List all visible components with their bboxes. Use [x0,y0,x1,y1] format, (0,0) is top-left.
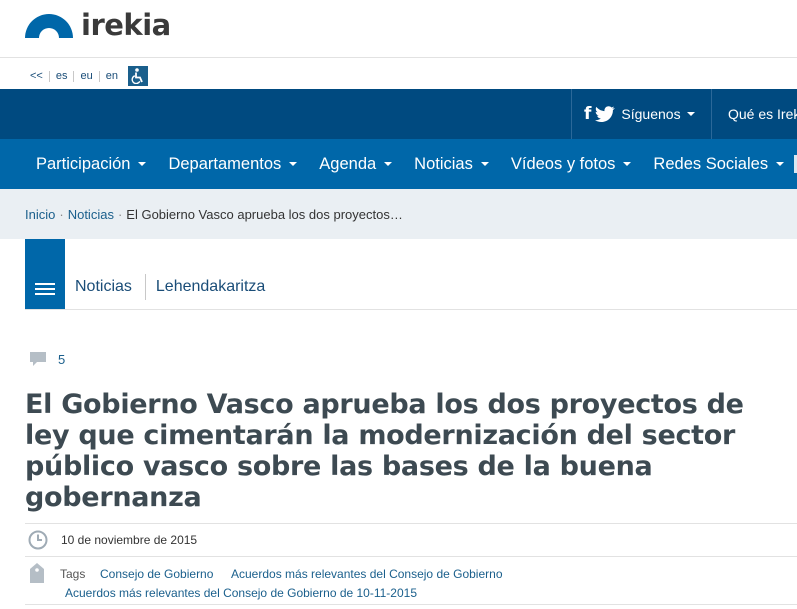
hamburger-line [35,283,55,285]
tag-link[interactable]: Acuerdos más relevantes del Consejo de G… [65,586,417,600]
divider [25,556,797,557]
breadcrumb: Inicio · Noticias · El Gobierno Vasco aprueb… [25,207,403,222]
nav-item-label: Agenda [319,154,377,173]
nav-item-label: Departamentos [168,154,282,173]
divider [25,523,797,524]
irekia-logo-arc-icon [25,14,73,38]
nav-item-videos-fotos[interactable]: Vídeos y fotos [511,155,632,174]
divider [571,89,572,139]
divider [25,604,797,605]
chevron-down-icon [289,162,298,166]
divider [144,274,146,300]
nav-item-label: Participación [36,154,131,173]
facebook-icon: f [584,104,592,124]
language-back-link[interactable]: << [30,69,49,83]
date-text: 10 de noviembre de 2015 [61,533,198,547]
main-navigation: Participación Departamentos Agenda Notic… [0,139,797,189]
follow-us-dropdown[interactable]: f Síguenos [584,89,695,139]
divider [25,309,797,310]
nav-item-participacion[interactable]: Participación [36,154,147,174]
tab-noticias[interactable]: Noticias [75,278,132,296]
chevron-down-icon [480,162,489,166]
breadcrumb-separator: · [117,207,123,222]
nav-item-agenda[interactable]: Agenda [319,154,393,174]
article-title: El Gobierno Vasco aprueba los dos proyec… [25,389,744,513]
chevron-down-icon [776,162,785,166]
irekia-logo[interactable]: irekia [25,10,171,40]
nav-item-label: Noticias [414,154,473,173]
header-divider [0,57,797,58]
language-eu-link[interactable]: eu [74,69,98,83]
tags-label: Tags [60,567,86,581]
accessibility-icon[interactable] [127,66,148,86]
comments-link[interactable]: 5 [30,352,65,367]
breadcrumb-home-link[interactable]: Inicio [25,207,55,222]
top-bar: f Síguenos Qué es Irek [0,89,797,139]
clock-icon [28,530,48,550]
chevron-down-icon [623,162,632,166]
tag-link[interactable]: Consejo de Gobierno [100,567,213,581]
language-es-link[interactable]: es [50,69,74,83]
comment-count: 5 [58,352,66,367]
section-tabs: Noticias Lehendakaritza [75,274,265,300]
tag-link[interactable]: Acuerdos más relevantes del Consejo de G… [231,567,503,581]
about-irekia-link[interactable]: Qué es Irek [728,89,797,139]
twitter-icon [595,106,616,122]
divider [711,89,712,139]
logo-text: irekia [81,8,171,42]
hamburger-line [35,293,55,295]
comment-icon [30,352,46,366]
article-date: 10 de noviembre de 2015 [28,530,197,550]
nav-item-noticias[interactable]: Noticias [414,155,489,174]
tab-lehendakaritza[interactable]: Lehendakaritza [156,278,265,296]
chevron-down-icon [384,162,393,166]
breadcrumb-current: El Gobierno Vasco aprueba los dos proyec… [126,207,403,222]
nav-item-label: Vídeos y fotos [510,154,616,173]
tag-icon [30,563,44,583]
language-bar: << es eu en [30,66,148,86]
chevron-down-icon [138,162,147,166]
chevron-down-icon [686,112,695,116]
follow-us-label: Síguenos [621,106,681,122]
nav-item-redes-sociales[interactable]: Redes Sociales [653,154,785,174]
hamburger-line [35,288,55,290]
section-menu-button[interactable] [25,239,65,309]
breadcrumb-section-link[interactable]: Noticias [68,207,114,222]
breadcrumb-separator: · [59,207,64,222]
nav-item-label: Redes Sociales [653,154,769,173]
nav-item-departamentos[interactable]: Departamentos [168,154,298,174]
language-en-link[interactable]: en [100,69,124,83]
